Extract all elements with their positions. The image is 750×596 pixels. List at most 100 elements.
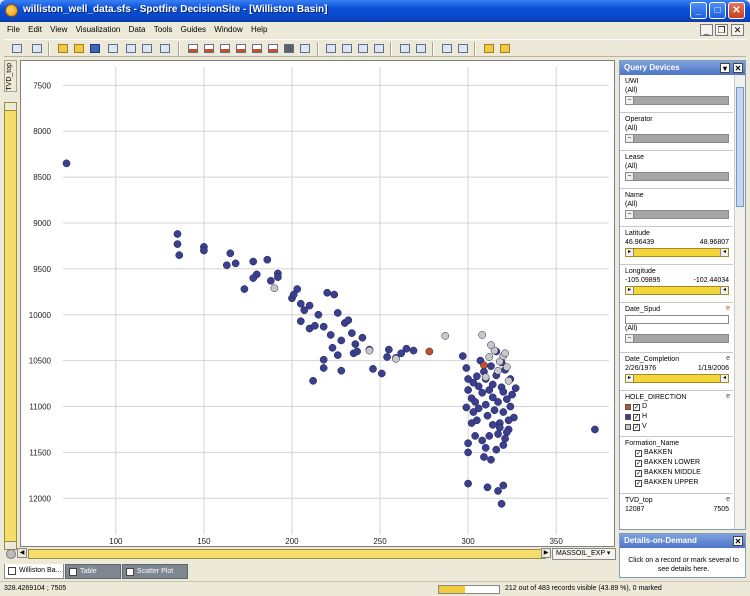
- y-slider-bottom-handle[interactable]: [5, 541, 16, 549]
- data-point[interactable]: [471, 432, 479, 440]
- data-point[interactable]: [464, 448, 472, 457]
- data-point[interactable]: [369, 365, 377, 373]
- data-point[interactable]: [173, 230, 182, 238]
- data-point[interactable]: [487, 341, 495, 349]
- data-point[interactable]: [326, 331, 335, 339]
- data-point[interactable]: [464, 439, 472, 448]
- data-point[interactable]: [173, 240, 182, 248]
- copy-icon[interactable]: [124, 42, 138, 55]
- data-point[interactable]: [337, 336, 346, 345]
- x-axis-range-slider[interactable]: [28, 549, 546, 559]
- data-point[interactable]: [487, 455, 495, 464]
- data-point[interactable]: [333, 351, 342, 359]
- query-device-longitude[interactable]: Longitude -105.09895 -102.44034 ▸ ◂: [620, 266, 733, 303]
- y-slider-top-handle[interactable]: [5, 103, 16, 111]
- data-point[interactable]: [330, 290, 339, 299]
- slider-handle[interactable]: –: [626, 335, 634, 342]
- data-point[interactable]: [200, 246, 208, 255]
- cut-icon[interactable]: [158, 42, 172, 55]
- data-point[interactable]: [497, 499, 506, 508]
- checkbox[interactable]: ✓: [635, 479, 642, 487]
- range-min-handle[interactable]: ▸: [626, 375, 634, 382]
- data-point[interactable]: [344, 316, 353, 325]
- item-slider[interactable]: –: [625, 172, 729, 181]
- data-point[interactable]: [473, 416, 481, 425]
- open-folder-icon[interactable]: [56, 42, 70, 55]
- tab-scatter-plot[interactable]: Scatter Plot: [122, 564, 188, 579]
- range-slider[interactable]: ▸ ◂: [625, 374, 729, 383]
- data-point[interactable]: [249, 274, 258, 282]
- date-spud-text-input[interactable]: [625, 315, 729, 324]
- data-point[interactable]: [175, 251, 184, 259]
- data-point[interactable]: [501, 349, 509, 358]
- tile-horizontal-icon[interactable]: [372, 42, 386, 55]
- data-point[interactable]: [508, 390, 516, 399]
- range-slider[interactable]: ▸ ◂: [625, 286, 729, 295]
- data-point[interactable]: [492, 445, 501, 454]
- zoom-icon[interactable]: [440, 42, 454, 55]
- tools-icon[interactable]: [498, 42, 512, 55]
- data-point[interactable]: [328, 343, 337, 352]
- data-point[interactable]: [337, 366, 346, 375]
- query-device-date-spud[interactable]: Date_Spud e (All) –: [620, 304, 733, 353]
- slider-handle[interactable]: –: [626, 135, 634, 142]
- data-point[interactable]: [502, 363, 511, 371]
- data-point[interactable]: [504, 376, 513, 385]
- data-point[interactable]: [481, 400, 490, 409]
- slider-handle[interactable]: –: [626, 211, 634, 218]
- data-point[interactable]: [485, 432, 494, 440]
- data-point[interactable]: [501, 434, 509, 443]
- scatter-plot-icon[interactable]: [186, 42, 200, 55]
- home-icon[interactable]: [30, 42, 44, 55]
- range-min-handle[interactable]: ▸: [626, 287, 634, 294]
- panel-close-icon[interactable]: ✕: [733, 536, 743, 546]
- data-point[interactable]: [462, 403, 471, 412]
- layout-icon[interactable]: [324, 42, 338, 55]
- data-point[interactable]: [409, 346, 418, 355]
- bar-chart-icon[interactable]: [218, 42, 232, 55]
- print-icon[interactable]: [106, 42, 120, 55]
- data-point[interactable]: [458, 352, 467, 360]
- data-point[interactable]: [494, 366, 502, 375]
- data-point[interactable]: [348, 329, 356, 337]
- query-devices-icon[interactable]: [398, 42, 412, 55]
- workbook-icon[interactable]: [10, 42, 24, 55]
- data-point[interactable]: [480, 453, 488, 461]
- 3d-scatter-icon[interactable]: [202, 42, 216, 55]
- data-point[interactable]: [490, 406, 499, 415]
- data-point[interactable]: [319, 355, 328, 364]
- cascade-icon[interactable]: [340, 42, 354, 55]
- line-chart-icon[interactable]: [250, 42, 264, 55]
- slider-handle[interactable]: –: [626, 173, 634, 180]
- y-axis-range-slider[interactable]: [4, 102, 17, 550]
- query-device-uwi[interactable]: UWI (All) –: [620, 76, 733, 113]
- item-slider[interactable]: –: [625, 96, 729, 105]
- range-max-handle[interactable]: ◂: [720, 375, 728, 382]
- save-icon[interactable]: [88, 42, 102, 55]
- data-point[interactable]: [494, 398, 502, 406]
- paste-icon[interactable]: [140, 42, 154, 55]
- checkbox-row[interactable]: ✓ H: [625, 412, 733, 422]
- checkbox[interactable]: ✓: [633, 413, 640, 421]
- checkbox[interactable]: ✓: [633, 403, 640, 411]
- query-device-operator[interactable]: Operator (All) –: [620, 114, 733, 151]
- mdi-close-button[interactable]: ✕: [731, 24, 744, 36]
- item-slider[interactable]: –: [625, 210, 729, 219]
- data-point[interactable]: [309, 376, 317, 385]
- menu-help[interactable]: Help: [248, 23, 270, 36]
- checkbox-row[interactable]: ✓ BAKKEN UPPER: [625, 478, 733, 488]
- data-point[interactable]: [494, 430, 502, 438]
- data-point[interactable]: [441, 332, 450, 340]
- mdi-restore-button[interactable]: ❐: [715, 24, 728, 36]
- range-slider[interactable]: ▸ ◂: [625, 248, 729, 257]
- data-point[interactable]: [365, 346, 374, 355]
- data-point[interactable]: [511, 384, 520, 393]
- open-data-icon[interactable]: [72, 42, 86, 55]
- menu-data[interactable]: Data: [126, 23, 149, 36]
- data-point[interactable]: [478, 388, 487, 397]
- menu-tools[interactable]: Tools: [151, 23, 176, 36]
- data-point[interactable]: [499, 408, 508, 416]
- maximize-button[interactable]: □: [709, 2, 726, 19]
- checkbox-row[interactable]: ✓ V: [625, 422, 733, 432]
- checkbox[interactable]: ✓: [635, 459, 642, 467]
